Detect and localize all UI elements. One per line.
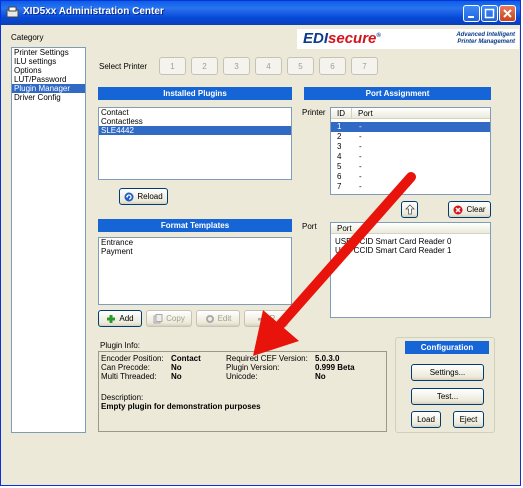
annotation-arrow	[253, 172, 416, 356]
main-window: XID5xx Administration Center Category Pr…	[0, 0, 521, 486]
